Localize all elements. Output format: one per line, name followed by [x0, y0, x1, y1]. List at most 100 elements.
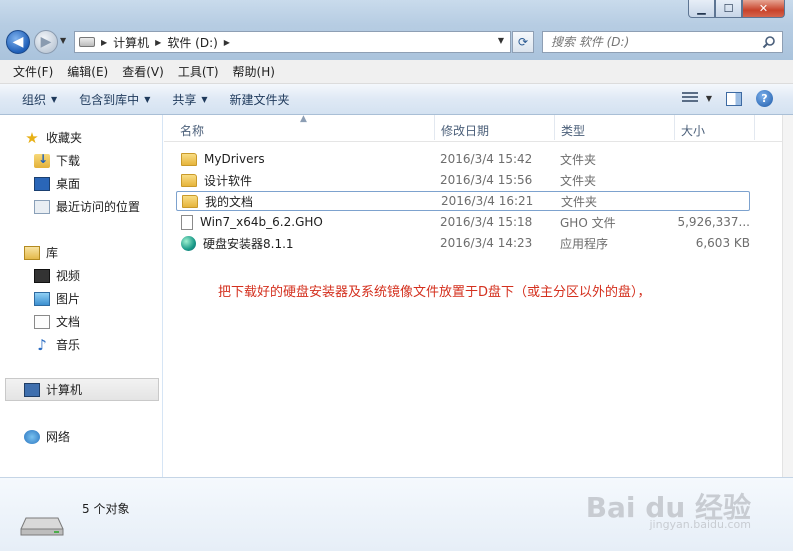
breadcrumb-computer[interactable]: 计算机 [113, 34, 149, 51]
close-button[interactable]: ✕ [742, 0, 785, 18]
file-type: 文件夹 [561, 194, 598, 209]
breadcrumb-drive[interactable]: 软件 (D:) [167, 34, 217, 51]
nav-videos-label: 视频 [56, 269, 81, 283]
nav-documents-label: 文档 [56, 315, 81, 329]
file-name-cell: Win7_x64b_6.2.GHO [181, 214, 323, 230]
arrow-left-icon: ◀ [12, 34, 24, 50]
details-pane: 5 个对象 Bai du 经验 jingyan.baidu.com [0, 477, 793, 551]
nav-music[interactable]: ♪ 音乐 [34, 336, 80, 353]
file-type: 应用程序 [560, 236, 609, 251]
view-list-icon [681, 91, 698, 106]
document-icon [34, 314, 50, 329]
menu-tools[interactable]: 工具(T) [171, 63, 226, 80]
file-type: 文件夹 [560, 173, 597, 188]
nav-recent-label: 最近访问的位置 [56, 200, 141, 214]
new-folder-button[interactable]: 新建文件夹 [222, 91, 298, 108]
file-date: 2016/3/4 15:42 [440, 152, 533, 166]
column-divider[interactable] [754, 115, 755, 140]
nav-documents[interactable]: 文档 [34, 313, 80, 330]
maximize-button[interactable]: ☐ [715, 0, 742, 18]
preview-pane-icon[interactable] [726, 91, 742, 106]
navigation-pane: ★ 收藏夹 下载 桌面 最近访问的位置 库 视频 图片 文档 ♪ 音乐 计算机 … [0, 115, 163, 477]
network-icon [24, 429, 40, 444]
chevron-down-icon: ▼ [201, 94, 208, 104]
column-date[interactable]: 修改日期 [441, 122, 489, 139]
refresh-icon: ⟳ [517, 35, 529, 49]
chevron-right-icon[interactable]: ▶ [155, 38, 161, 47]
nav-network[interactable]: 网络 [24, 428, 70, 445]
file-name-cell: 设计软件 [181, 172, 252, 189]
nav-recent-places[interactable]: 最近访问的位置 [34, 198, 140, 215]
minimize-button[interactable]: ▁ [688, 0, 715, 18]
chevron-right-icon[interactable]: ▶ [224, 38, 230, 47]
menu-help[interactable]: 帮助(H) [226, 63, 282, 80]
search-input[interactable] [551, 35, 751, 49]
nav-desktop-label: 桌面 [56, 177, 81, 191]
help-icon[interactable]: ? [756, 90, 773, 107]
nav-favorites[interactable]: ★ 收藏夹 [24, 129, 82, 146]
address-bar[interactable]: ▶ 计算机 ▶ 软件 (D:) ▶ ▼ [74, 31, 511, 53]
organize-button[interactable]: 组织 ▼ [14, 91, 65, 108]
search-box[interactable] [542, 31, 783, 53]
computer-icon [24, 382, 40, 397]
arrow-right-icon: ▶ [40, 34, 52, 50]
refresh-button[interactable]: ⟳ [512, 31, 534, 53]
menu-view[interactable]: 查看(V) [115, 63, 171, 80]
address-dropdown[interactable]: ▼ [498, 36, 504, 45]
file-row-disk-installer[interactable]: 硬盘安装器8.1.1 2016/3/4 14:23 应用程序 6,603 KB [176, 233, 750, 253]
folder-icon [181, 152, 197, 166]
forward-button[interactable]: ▶ [34, 30, 58, 54]
nav-computer[interactable]: 计算机 [5, 378, 159, 401]
file-row-mydrivers[interactable]: MyDrivers 2016/3/4 15:42 文件夹 [176, 149, 750, 169]
chevron-right-icon[interactable]: ▶ [101, 38, 107, 47]
drive-icon [20, 517, 64, 536]
nav-favorites-label: 收藏夹 [46, 131, 83, 145]
column-size[interactable]: 大小 [681, 122, 705, 139]
file-type: 文件夹 [560, 152, 597, 167]
instruction-annotation: 把下载好的硬盘安装器及系统镜像文件放置于D盘下（或主分区以外的盘）， [218, 285, 651, 300]
nav-downloads[interactable]: 下载 [34, 152, 80, 169]
change-view-button[interactable]: ▼ [681, 91, 712, 106]
nav-videos[interactable]: 视频 [34, 267, 80, 284]
back-button[interactable]: ◀ [6, 30, 30, 54]
column-name[interactable]: 名称 [180, 122, 204, 139]
column-divider[interactable] [554, 115, 555, 140]
file-name: 设计软件 [204, 173, 253, 188]
nav-pictures-label: 图片 [56, 292, 81, 306]
menu-file[interactable]: 文件(F) [6, 63, 60, 80]
file-date: 2016/3/4 15:18 [440, 215, 533, 229]
file-date: 2016/3/4 14:23 [440, 236, 533, 250]
menu-edit[interactable]: 编辑(E) [60, 63, 115, 80]
nav-pictures[interactable]: 图片 [34, 290, 80, 307]
include-in-library-button[interactable]: 包含到库中 ▼ [71, 91, 158, 108]
nav-music-label: 音乐 [56, 338, 81, 352]
video-icon [34, 268, 50, 283]
search-icon[interactable] [762, 35, 776, 49]
share-button[interactable]: 共享 ▼ [164, 91, 215, 108]
music-icon: ♪ [37, 335, 47, 354]
nav-downloads-label: 下载 [56, 154, 81, 168]
organize-label: 组织 [22, 92, 47, 107]
title-bar: ▁ ☐ ✕ ◀ ▶ ▼ ▶ 计算机 ▶ 软件 (D:) ▶ ▼ ⟳ [0, 0, 793, 60]
folder-icon [181, 173, 197, 187]
file-type: GHO 文件 [560, 215, 616, 230]
file-row-my-documents[interactable]: 我的文档 2016/3/4 16:21 文件夹 [176, 191, 750, 211]
column-divider[interactable] [434, 115, 435, 140]
file-row-gho-image[interactable]: Win7_x64b_6.2.GHO 2016/3/4 15:18 GHO 文件 … [176, 212, 750, 232]
nav-desktop[interactable]: 桌面 [34, 175, 80, 192]
vertical-scrollbar[interactable] [782, 115, 793, 477]
file-name: 硬盘安装器8.1.1 [203, 236, 294, 251]
new-folder-label: 新建文件夹 [229, 92, 290, 107]
menu-bar: 文件(F) 编辑(E) 查看(V) 工具(T) 帮助(H) [0, 60, 793, 84]
recent-pages-dropdown[interactable]: ▼ [60, 36, 66, 45]
file-name-cell: 硬盘安装器8.1.1 [181, 235, 294, 252]
downloads-folder-icon [34, 152, 50, 168]
nav-libraries[interactable]: 库 [24, 244, 58, 261]
file-row-design-software[interactable]: 设计软件 2016/3/4 15:56 文件夹 [176, 170, 750, 190]
file-size: 6,603 KB [695, 236, 750, 250]
chevron-down-icon: ▼ [705, 94, 712, 103]
chevron-down-icon: ▼ [51, 94, 58, 104]
column-type[interactable]: 类型 [561, 122, 585, 139]
file-name: 我的文档 [205, 194, 254, 209]
column-divider[interactable] [674, 115, 675, 140]
